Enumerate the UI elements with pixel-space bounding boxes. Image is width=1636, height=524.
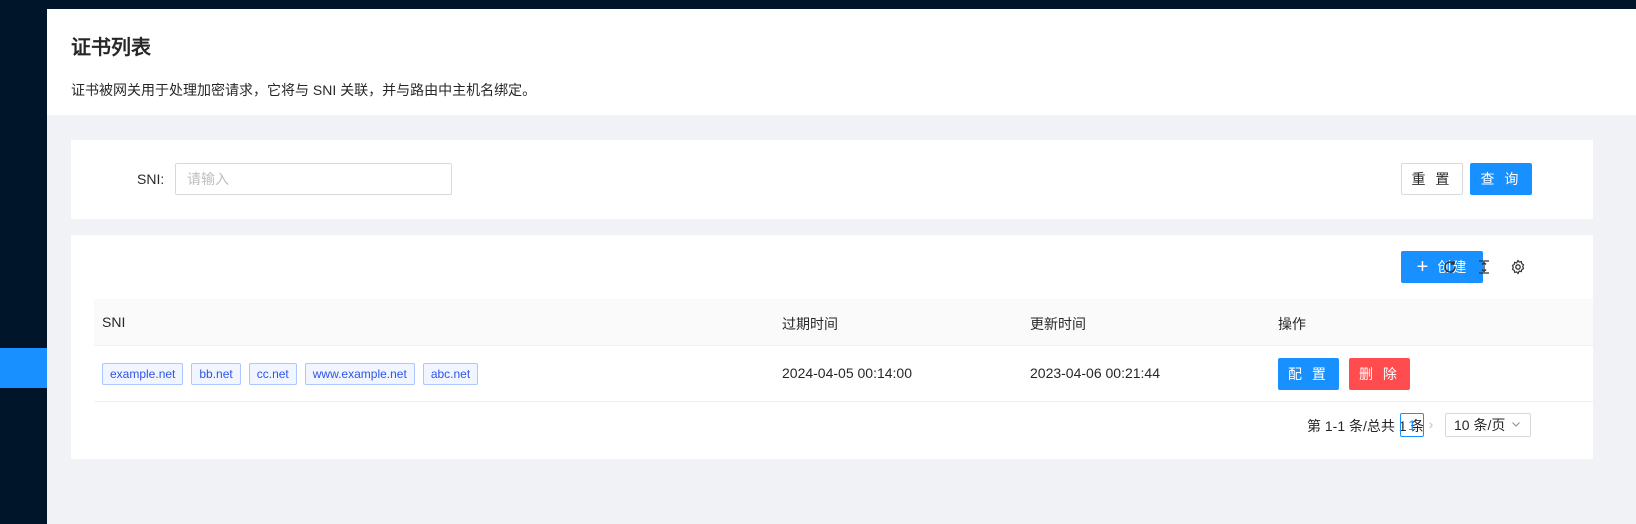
table-row: example.net bb.net cc.net www.example.ne… [94, 346, 1593, 402]
column-header-actions: 操作 [1278, 316, 1306, 332]
sni-search-input[interactable] [175, 163, 452, 195]
sni-label: SNI: [137, 171, 165, 187]
page-size-value: 10 条/页 [1454, 417, 1506, 433]
delete-button[interactable]: 删 除 [1349, 358, 1410, 390]
plus-icon: + [1416, 256, 1430, 278]
pagination-page-1[interactable]: 1 [1400, 413, 1424, 437]
update-time-cell: 2023-04-06 00:21:44 [1030, 365, 1160, 381]
configure-button[interactable]: 配 置 [1278, 358, 1339, 390]
sni-tag: bb.net [191, 363, 241, 385]
page-title: 证书列表 [71, 37, 151, 59]
pagination-prev-icon[interactable]: ‹ [1378, 416, 1392, 432]
column-header-expire-time: 过期时间 [782, 316, 838, 332]
table-header: SNI 过期时间 更新时间 操作 [94, 299, 1593, 346]
sidebar [0, 0, 47, 524]
query-button[interactable]: 查 询 [1470, 163, 1532, 195]
column-header-update-time: 更新时间 [1030, 316, 1086, 332]
page-size-select[interactable]: 10 条/页 [1445, 413, 1531, 437]
reset-button[interactable]: 重 置 [1401, 163, 1463, 195]
sni-tags: example.net bb.net cc.net www.example.ne… [102, 363, 479, 385]
page-header: 证书列表 证书被网关用于处理加密请求，它将与 SNI 关联，并与路由中主机名绑定… [47, 9, 1636, 115]
sni-tag: example.net [102, 363, 184, 385]
expire-time-cell: 2024-04-05 00:14:00 [782, 365, 912, 381]
chevron-down-icon [1512, 422, 1520, 427]
sni-tag: abc.net [422, 363, 479, 385]
setting-icon[interactable] [1508, 257, 1528, 277]
search-form: SNI: 重 置 查 询 [71, 140, 1593, 219]
sidebar-active-item[interactable] [0, 348, 47, 388]
sni-tag: www.example.net [304, 363, 415, 385]
column-height-icon[interactable] [1474, 257, 1494, 277]
pagination-next-icon[interactable]: › [1424, 416, 1438, 432]
column-header-sni: SNI [102, 314, 126, 330]
page-description: 证书被网关用于处理加密请求，它将与 SNI 关联，并与路由中主机名绑定。 [71, 82, 537, 98]
top-navbar [47, 0, 1636, 9]
table-card: + 创建 SNI 过期时间 更新时间 操作 example.net bb.net… [71, 235, 1593, 459]
sni-tag: cc.net [248, 363, 297, 385]
reload-icon[interactable] [1440, 257, 1460, 277]
